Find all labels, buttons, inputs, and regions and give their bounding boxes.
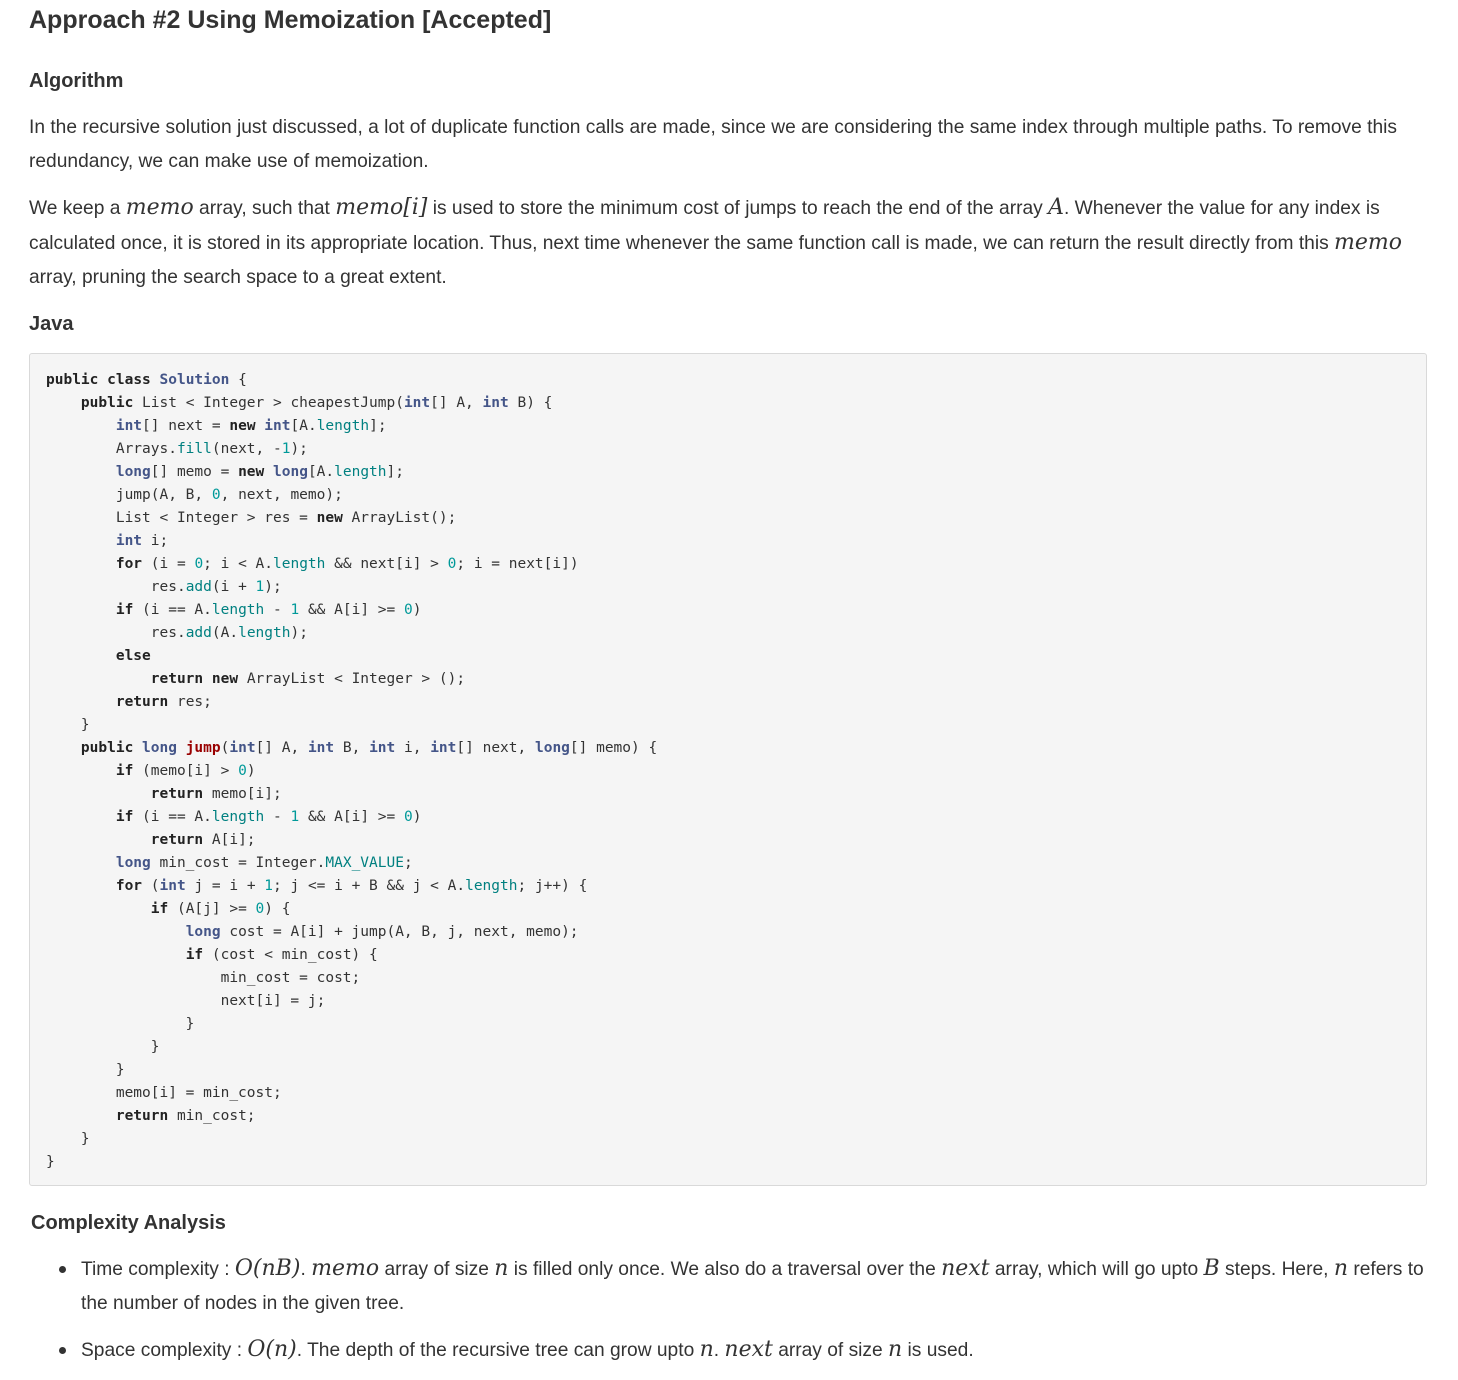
- paragraph-2: We keep a memo array, such that memo[i] …: [29, 195, 1403, 288]
- time-complexity-item: Time complexity : O(nB). memo array of s…: [29, 1252, 1429, 1321]
- java-code: public class Solution { public List < In…: [46, 372, 658, 1170]
- code-block: public class Solution { public List < In…: [29, 353, 1427, 1186]
- complexity-list: Time complexity : O(nB). memo array of s…: [29, 1252, 1429, 1380]
- space-complexity-item: Space complexity : O(n). The depth of th…: [29, 1333, 1429, 1368]
- complexity-heading: Complexity Analysis: [31, 1212, 226, 1234]
- page-title: Approach #2 Using Memoization [Accepted]: [29, 6, 552, 34]
- java-heading: Java: [29, 313, 74, 335]
- bullet-icon: [59, 1266, 66, 1273]
- algorithm-heading: Algorithm: [29, 70, 124, 92]
- paragraph-1: In the recursive solution just discussed…: [29, 117, 1398, 172]
- bullet-icon: [59, 1347, 66, 1354]
